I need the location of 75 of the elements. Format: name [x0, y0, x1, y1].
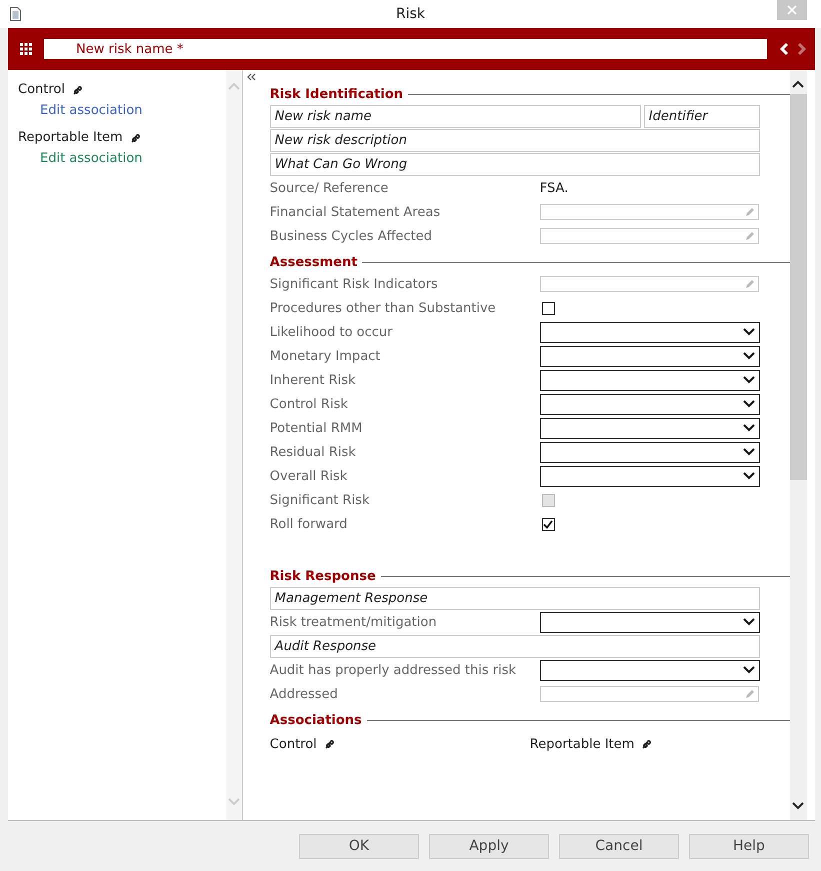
dropdown[interactable] — [540, 322, 760, 342]
link-icon[interactable] — [73, 84, 83, 94]
dropdown[interactable] — [540, 612, 760, 632]
association-label: Reportable Item — [530, 736, 634, 752]
chevron-down-icon — [742, 400, 755, 408]
association-label: Control — [270, 736, 317, 752]
field-label: Risk treatment/mitigation — [270, 614, 438, 630]
dropdown[interactable] — [540, 418, 760, 438]
checkbox[interactable] — [542, 518, 555, 530]
dialog-button[interactable]: Apply — [429, 834, 549, 858]
dropdown[interactable] — [540, 442, 760, 462]
field-label: Inherent Risk — [270, 372, 357, 388]
field-label: Potential RMM — [270, 420, 364, 436]
checkbox[interactable] — [542, 302, 555, 314]
field-label: Monetary Impact — [270, 348, 382, 364]
field-label: Addressed — [270, 686, 339, 702]
text-field[interactable]: New risk description — [270, 128, 760, 152]
grid-icon[interactable] — [20, 43, 32, 55]
field-label: Audit has properly addressed this risk — [270, 662, 517, 678]
edit-association-link[interactable]: Edit association — [40, 151, 226, 166]
association-label: Control — [18, 82, 65, 97]
field-label: Roll forward — [270, 516, 348, 532]
edit-association-link[interactable]: Edit association — [40, 103, 226, 118]
dialog-button[interactable]: Cancel — [559, 834, 679, 858]
chevron-down-icon — [742, 618, 755, 626]
section-title: Assessment — [270, 254, 358, 270]
field-label: Significant Risk Indicators — [270, 276, 439, 292]
chevron-down-icon — [742, 448, 755, 456]
scroll-up-icon[interactable] — [792, 80, 804, 88]
dropdown[interactable] — [540, 466, 760, 486]
field-label: Overall Risk — [270, 468, 348, 484]
link-icon[interactable] — [130, 132, 141, 142]
chevron-down-icon — [742, 352, 755, 360]
risk-name-field[interactable]: New risk name * — [44, 39, 767, 59]
text-field[interactable]: Audit Response — [270, 634, 760, 658]
chevron-down-icon — [742, 424, 755, 432]
field-label: Financial Statement Areas — [270, 204, 442, 220]
dropdown[interactable] — [540, 660, 760, 680]
scroll-down-icon[interactable] — [792, 802, 804, 810]
section-title: Risk Response — [270, 568, 376, 584]
picker-field[interactable] — [540, 686, 759, 702]
link-icon[interactable] — [642, 739, 652, 749]
association-label: Reportable Item — [18, 130, 123, 145]
field-label: Source/ Reference — [270, 180, 390, 196]
dropdown[interactable] — [540, 370, 760, 390]
dialog-button[interactable]: OK — [299, 834, 419, 858]
section-title: Associations — [270, 712, 362, 728]
chevron-down-icon — [742, 472, 755, 480]
text-field[interactable]: New risk name — [270, 104, 641, 128]
field-label: Procedures other than Substantive — [270, 300, 497, 316]
picker-field[interactable] — [540, 276, 759, 292]
field-label: Residual Risk — [270, 444, 357, 460]
section-title: Risk Identification — [270, 86, 404, 102]
window-title: Risk — [394, 6, 426, 22]
chevron-down-icon — [742, 666, 755, 674]
picker-field[interactable] — [540, 204, 759, 220]
collapse-icon[interactable] — [246, 73, 257, 81]
text-field[interactable]: Identifier — [644, 104, 760, 128]
dropdown[interactable] — [540, 346, 760, 366]
previous-icon[interactable] — [779, 42, 789, 56]
text-field[interactable]: Management Response — [270, 586, 760, 610]
field-label: Significant Risk — [270, 492, 370, 508]
chevron-down-icon — [742, 376, 755, 384]
chevron-down-icon — [742, 328, 755, 336]
dropdown[interactable] — [540, 394, 760, 414]
field-label: Business Cycles Affected — [270, 228, 434, 244]
picker-field[interactable] — [540, 228, 759, 244]
field-label: Likelihood to occur — [270, 324, 394, 340]
field-value: FSA. — [540, 180, 568, 196]
document-icon — [10, 7, 21, 21]
dialog-button[interactable]: Help — [689, 834, 809, 858]
link-icon[interactable] — [324, 739, 335, 749]
field-label: Control Risk — [270, 396, 349, 412]
scrollbar-thumb[interactable] — [790, 94, 807, 480]
text-field[interactable]: What Can Go Wrong — [270, 152, 760, 176]
